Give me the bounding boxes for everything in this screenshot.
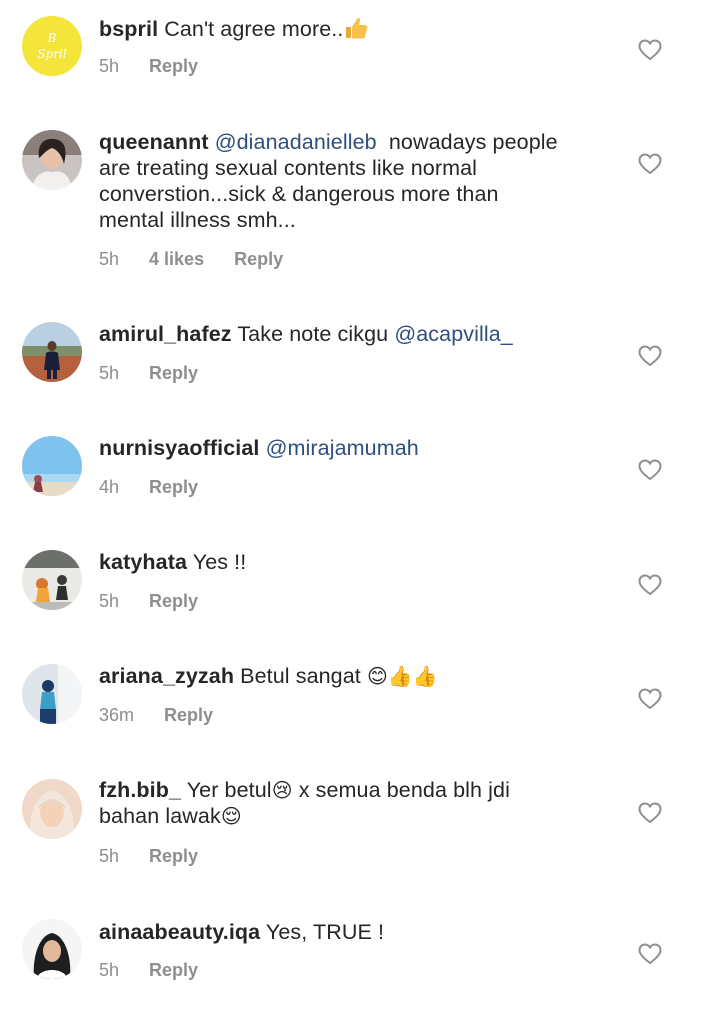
comment-text: Yes !! [192,550,247,574]
comment-meta: 36m Reply [99,705,213,725]
mention-link[interactable]: @acapvilla_ [394,322,513,346]
mention-link[interactable]: @mirajamumah [266,436,419,460]
comment-meta: 5h Reply [99,960,198,980]
heart-icon[interactable] [638,802,662,824]
comment-meta: 5h Reply [99,56,198,76]
avatar[interactable] [22,322,82,382]
reply-button[interactable]: Reply [164,705,213,725]
avatar[interactable] [22,130,82,190]
avatar[interactable] [22,436,82,496]
comment-text: Yer betul [186,778,272,802]
reply-button[interactable]: Reply [149,960,198,980]
heart-icon[interactable] [638,459,662,481]
comment-username[interactable]: ainaabeauty.iqa [99,920,260,944]
avatar[interactable] [22,550,82,610]
comment-username[interactable]: katyhata [99,550,187,574]
avatar-logo-text: Spril [37,47,66,61]
comment-text: Can't agree more.. [164,17,344,41]
comment-time: 5h [99,56,120,76]
comment-body: amirul_hafez Take note cikgu @acapvilla_ [99,321,599,347]
avatar-logo-text: B [47,31,57,45]
reply-button[interactable]: Reply [149,363,198,383]
comment-text: Yes, TRUE ! [265,920,385,944]
comment-text: nowadays people [388,130,558,154]
comment-time: 36m [99,705,135,725]
relieved-emoji-icon: 😌 [220,804,242,828]
comment-time: 5h [99,960,120,980]
comment-username[interactable]: fzh.bib_ [99,778,181,802]
comment-body: nurnisyaofficial @mirajamumah [99,435,599,461]
comment-text: bahan lawak [99,804,221,828]
avatar[interactable] [22,664,82,724]
comment-body: fzh.bib_ Yer betul😢 x semua benda blh jd… [99,777,599,829]
reply-button[interactable]: Reply [149,56,198,76]
comment-username[interactable]: queenannt [99,130,209,154]
comment-body: ainaabeauty.iqa Yes, TRUE ! [99,919,599,945]
heart-icon[interactable] [638,39,662,61]
comment-time: 5h [99,846,120,866]
comment-text: Betul sangat [240,664,361,688]
comment-text: Take note cikgu [237,322,389,346]
comment-meta: 4h Reply [99,477,198,497]
avatar[interactable] [22,919,82,979]
avatar[interactable]: B Spril [22,16,82,76]
reply-button[interactable]: Reply [234,249,283,269]
comment-body: ariana_zyzah Betul sangat 😊👍👍 [99,663,599,689]
likes-count[interactable]: 4 likes [149,249,204,269]
emoji-icon: 😊👍👍 [366,664,438,688]
comment-meta: 5h Reply [99,363,198,383]
comment-username[interactable]: amirul_hafez [99,322,232,346]
comment-time: 5h [99,249,120,269]
comment-meta: 5h Reply [99,591,198,611]
avatar[interactable] [22,779,82,839]
comment-username[interactable]: bspril [99,17,158,41]
reply-button[interactable]: Reply [149,591,198,611]
reply-button[interactable]: Reply [149,846,198,866]
comment-username[interactable]: nurnisyaofficial [99,436,260,460]
comment-username[interactable]: ariana_zyzah [99,664,234,688]
comment-time: 5h [99,591,120,611]
mention-link[interactable]: @dianadanielleb [215,130,377,154]
comment-body: bspril Can't agree more.. [99,15,599,42]
thumbs-up-icon [343,15,369,41]
heart-icon[interactable] [638,345,662,367]
comment-text: are treating sexual contents like normal [99,156,478,180]
comment-time: 5h [99,363,120,383]
comment-body: queenannt @dianadanielleb nowadays peopl… [99,129,599,233]
comment-body: katyhata Yes !! [99,549,599,575]
comment-text: x semua benda blh jdi [298,778,510,802]
comment-meta: 5h 4 likes Reply [99,249,283,269]
reply-button[interactable]: Reply [149,477,198,497]
comment-text: mental illness smh... [99,208,296,232]
heart-icon[interactable] [638,943,662,965]
crying-emoji-icon: 😢 [271,778,293,802]
comment-meta: 5h Reply [99,846,198,866]
heart-icon[interactable] [638,688,662,710]
comment-time: 4h [99,477,120,497]
comment-text: converstion...sick & dangerous more than [99,182,499,206]
heart-icon[interactable] [638,574,662,596]
heart-icon[interactable] [638,153,662,175]
